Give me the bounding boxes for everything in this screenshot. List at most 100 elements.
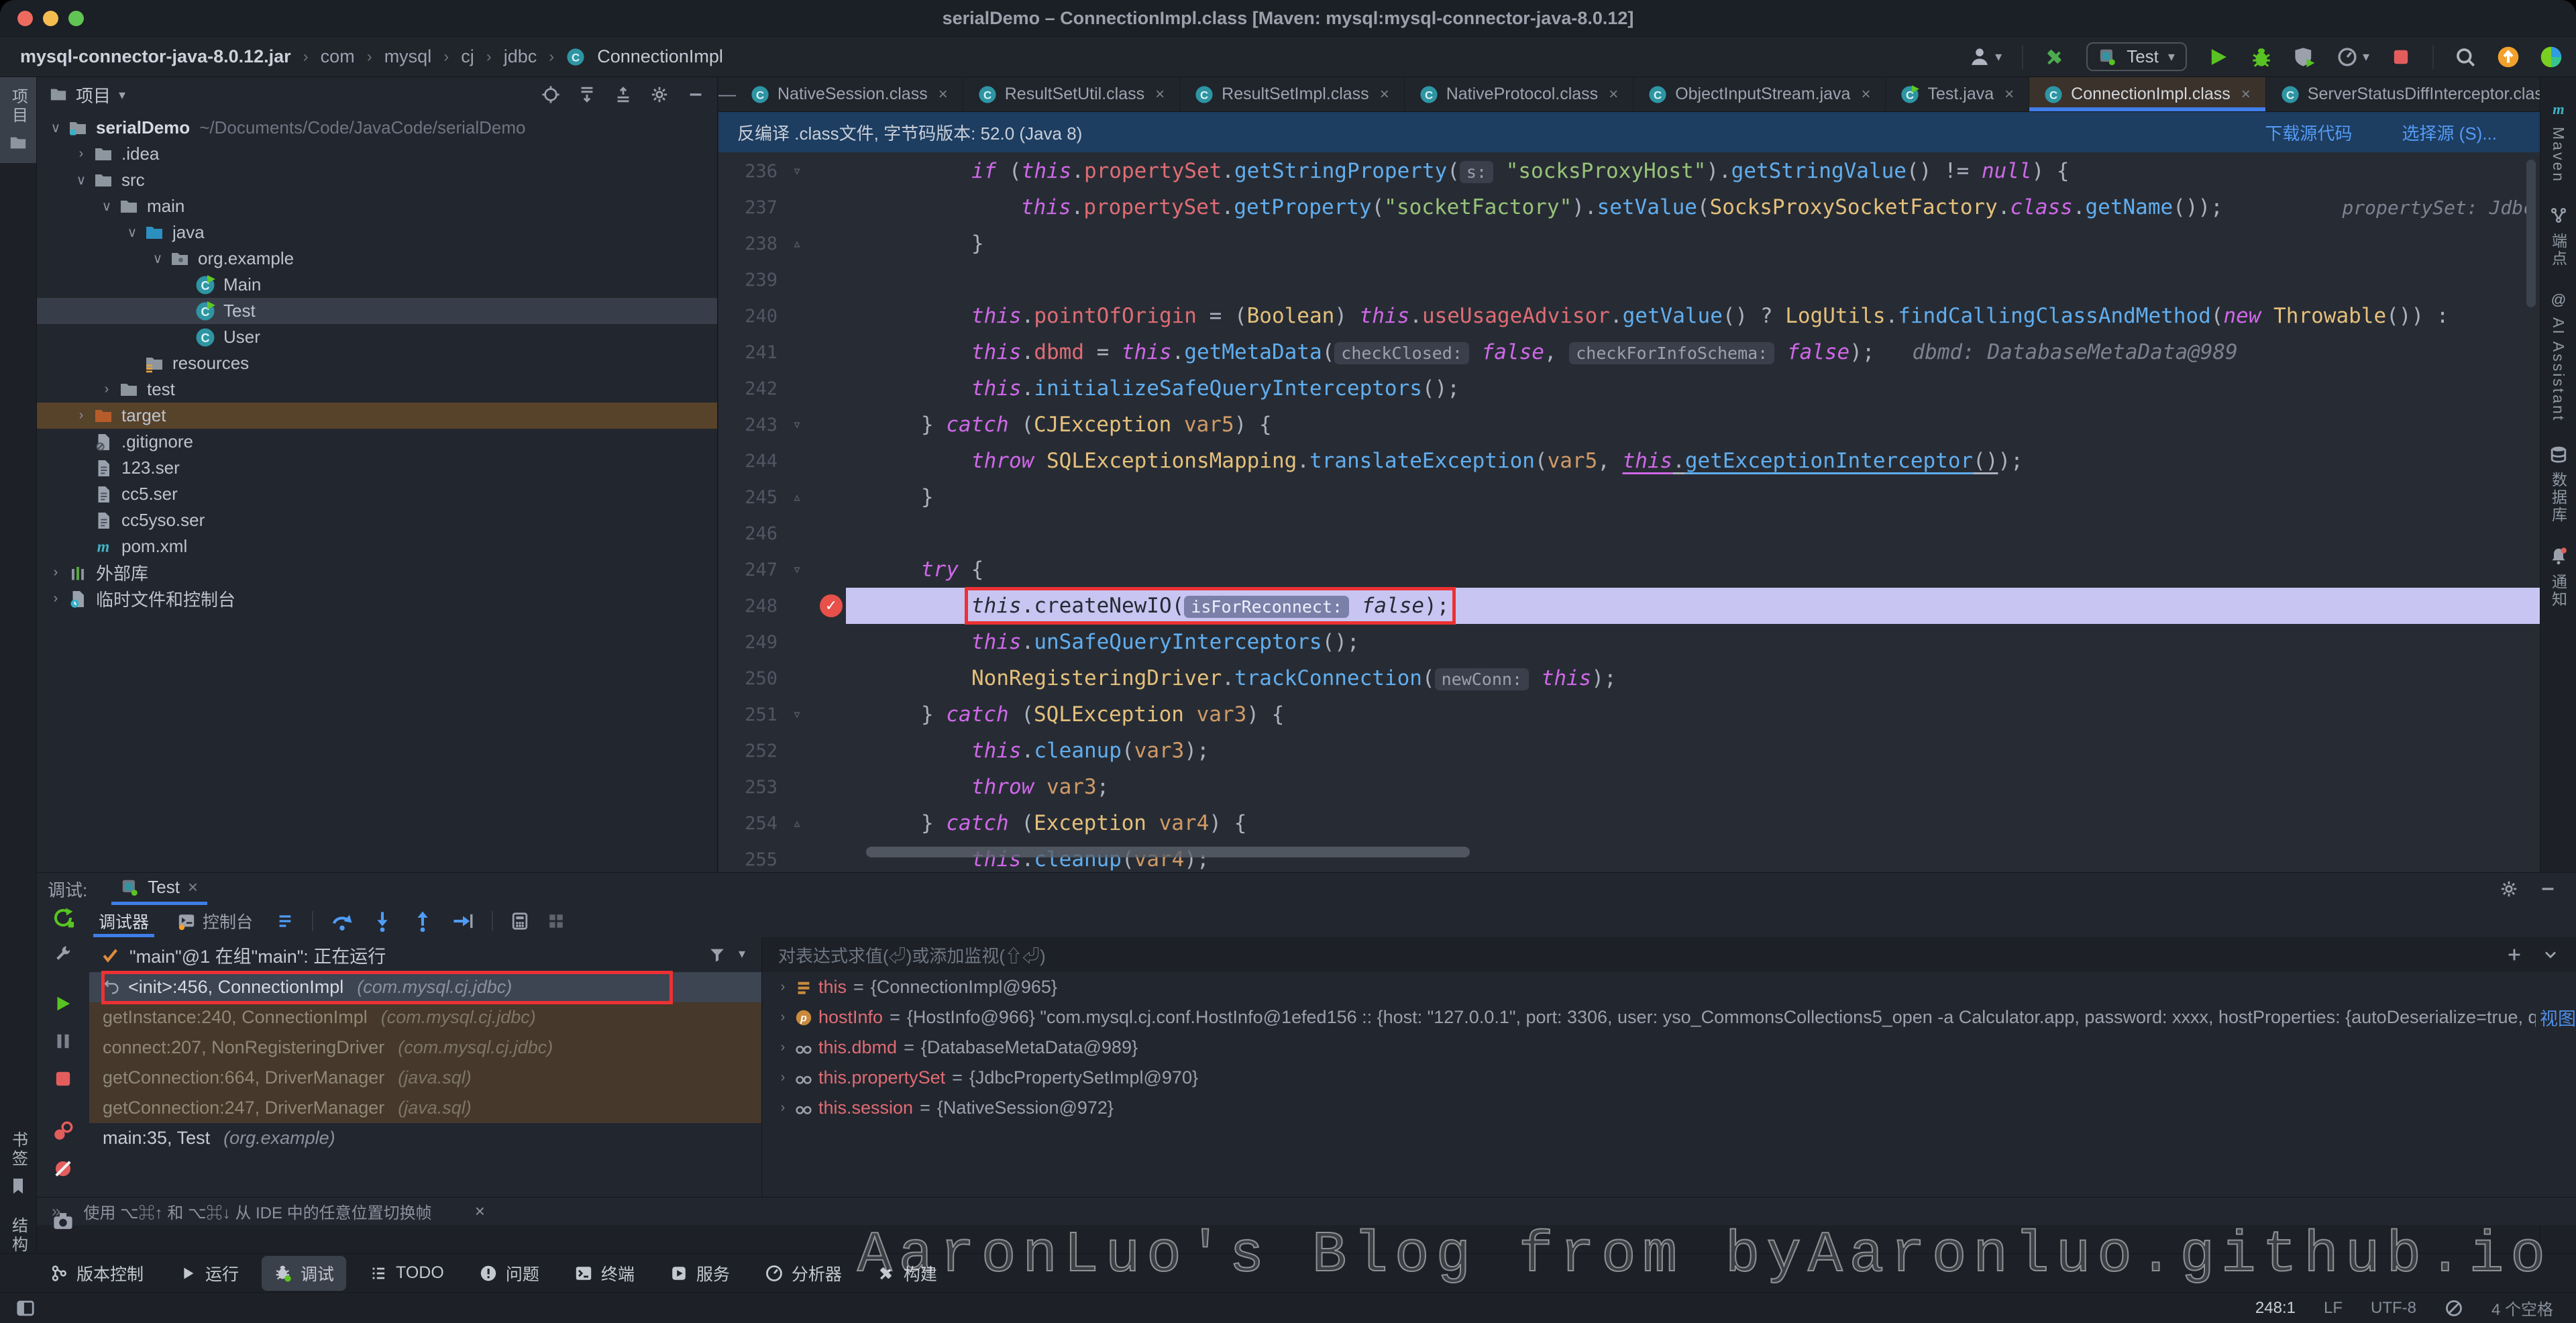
expand-icon[interactable]: › bbox=[771, 980, 794, 995]
line-number[interactable]: 236 bbox=[718, 161, 777, 182]
close-tab-icon[interactable]: × bbox=[2004, 85, 2014, 104]
tree-item-serialDemo[interactable]: ∨serialDemo~/Documents/Code/JavaCode/ser… bbox=[37, 115, 717, 141]
fold-icon[interactable]: ▵ bbox=[777, 814, 816, 832]
step-out-button[interactable] bbox=[411, 910, 434, 933]
ide-settings-sync-icon[interactable] bbox=[2540, 46, 2563, 68]
tree-chevron-icon[interactable]: ∨ bbox=[44, 119, 68, 136]
stack-frame[interactable]: connect:207, NonRegisteringDriver(com.my… bbox=[89, 1033, 761, 1063]
evaluate-expression-button[interactable] bbox=[511, 912, 529, 931]
panel-settings-button[interactable] bbox=[650, 85, 669, 104]
hide-tabs-icon[interactable]: — bbox=[718, 77, 736, 111]
vertical-scrollbar[interactable] bbox=[2526, 160, 2536, 307]
step-over-button[interactable] bbox=[331, 910, 354, 933]
show-execution-point-button[interactable] bbox=[276, 912, 294, 931]
collapse-all-button[interactable] bbox=[614, 85, 633, 104]
hide-debug-panel-button[interactable] bbox=[2538, 880, 2557, 898]
filter-icon[interactable] bbox=[708, 945, 727, 964]
line-number[interactable]: 241 bbox=[718, 342, 777, 363]
tree-item-target[interactable]: ›target bbox=[37, 403, 717, 429]
line-number[interactable]: 251 bbox=[718, 704, 777, 725]
indent-setting[interactable]: 4 个空格 bbox=[2491, 1296, 2553, 1320]
breadcrumb-item[interactable]: ConnectionImpl bbox=[597, 46, 723, 67]
line-number[interactable]: 244 bbox=[718, 451, 777, 472]
line-number[interactable]: 255 bbox=[718, 849, 777, 870]
tree-item-cc5.ser[interactable]: cc5.ser bbox=[37, 481, 717, 507]
variable-row[interactable]: ›phostInfo={HostInfo@966} "com.mysql.cj.… bbox=[762, 1002, 2576, 1033]
line-number[interactable]: 253 bbox=[718, 777, 777, 798]
sidebar-item-端点[interactable]: 端点 bbox=[2540, 206, 2576, 268]
tree-chevron-icon[interactable]: › bbox=[95, 382, 119, 397]
expand-all-button[interactable] bbox=[578, 85, 596, 104]
user-menu-button[interactable]: ▾ bbox=[1968, 46, 2002, 68]
line-number[interactable]: 237 bbox=[718, 197, 777, 218]
tree-item-.idea[interactable]: ›.idea bbox=[37, 141, 717, 167]
ide-update-icon[interactable] bbox=[2497, 46, 2520, 68]
tree-item-[interactable]: ›临时文件和控制台 bbox=[37, 586, 717, 612]
profiler-button[interactable]: ▾ bbox=[2336, 46, 2369, 68]
tree-chevron-icon[interactable]: › bbox=[69, 146, 93, 162]
close-tab-icon[interactable]: × bbox=[1861, 85, 1870, 104]
choose-sources-link[interactable]: 选择源 (S)... bbox=[2402, 120, 2497, 145]
variable-row[interactable]: ›this.propertySet={JdbcPropertySetImpl@9… bbox=[762, 1063, 2576, 1093]
caret-position[interactable]: 248:1 bbox=[2255, 1299, 2296, 1318]
fold-icon[interactable]: ▿ bbox=[777, 561, 816, 578]
toolwindow-版本控制[interactable]: 版本控制 bbox=[38, 1256, 156, 1291]
tree-item-Main[interactable]: CMain bbox=[37, 272, 717, 298]
line-number[interactable]: 239 bbox=[718, 270, 777, 290]
toolwindow-运行[interactable]: 运行 bbox=[166, 1256, 251, 1291]
stop-debug-button[interactable] bbox=[52, 1067, 74, 1090]
editor-tab[interactable]: CTest.java× bbox=[1886, 77, 2029, 111]
editor-tab[interactable]: CConnectionImpl.class× bbox=[2029, 77, 2266, 111]
tree-item-java[interactable]: ∨java bbox=[37, 219, 717, 246]
expand-icon[interactable]: › bbox=[771, 1010, 794, 1025]
tree-chevron-icon[interactable]: › bbox=[44, 591, 68, 606]
step-into-button[interactable] bbox=[371, 910, 394, 933]
view-link[interactable]: 视图 bbox=[2540, 1004, 2576, 1030]
tree-item-123.ser[interactable]: 123.ser bbox=[37, 455, 717, 481]
sidebar-item-bookmarks[interactable]: 书签 bbox=[0, 1120, 36, 1206]
breakpoint-icon[interactable]: ✓ bbox=[820, 594, 843, 617]
run-config-selector[interactable]: Test ▾ bbox=[2086, 42, 2187, 71]
toolwindow-分析器[interactable]: 分析器 bbox=[753, 1256, 854, 1291]
expand-icon[interactable]: › bbox=[771, 1070, 794, 1086]
line-number[interactable]: 252 bbox=[718, 741, 777, 761]
watch-options-button[interactable] bbox=[2541, 945, 2560, 964]
mute-breakpoints-button[interactable] bbox=[52, 1157, 74, 1180]
tool-window-switcher-icon[interactable] bbox=[16, 1299, 35, 1318]
stack-frame[interactable]: getConnection:247, DriverManager(java.sq… bbox=[89, 1093, 761, 1123]
fold-icon[interactable]: ▵ bbox=[777, 235, 816, 252]
file-encoding[interactable]: UTF-8 bbox=[2371, 1299, 2416, 1318]
tree-item-Test[interactable]: CTest bbox=[37, 298, 717, 324]
toolwindow-构建[interactable]: 构建 bbox=[865, 1256, 949, 1291]
project-panel-title[interactable]: 项目 bbox=[76, 83, 111, 107]
stack-frame[interactable]: getInstance:240, ConnectionImpl(com.mysq… bbox=[89, 1002, 761, 1033]
add-watch-button[interactable] bbox=[2505, 945, 2524, 964]
search-everywhere-button[interactable] bbox=[2454, 46, 2477, 68]
line-number[interactable]: 247 bbox=[718, 560, 777, 580]
tree-item-[interactable]: ›外部库 bbox=[37, 560, 717, 586]
line-number[interactable]: 246 bbox=[718, 523, 777, 544]
toolwindow-终端[interactable]: 终端 bbox=[562, 1256, 647, 1291]
expand-icon[interactable]: › bbox=[771, 1040, 794, 1055]
coverage-button[interactable] bbox=[2293, 46, 2316, 68]
stack-frame[interactable]: <init>:456, ConnectionImpl(com.mysql.cj.… bbox=[89, 972, 761, 1002]
view-breakpoints-button[interactable] bbox=[52, 1120, 74, 1143]
sidebar-item-通知[interactable]: 通知 bbox=[2540, 547, 2576, 608]
tab-debugger[interactable]: 调试器 bbox=[93, 905, 154, 937]
breakpoint-gutter[interactable]: ✓ bbox=[816, 594, 846, 617]
locate-file-button[interactable] bbox=[541, 85, 560, 104]
line-number[interactable]: 248 bbox=[718, 596, 777, 617]
stack-frame[interactable]: getConnection:664, DriverManager(java.sq… bbox=[89, 1063, 761, 1093]
line-number[interactable]: 254 bbox=[718, 813, 777, 834]
code-editor[interactable]: 236▿if (this.propertySet.getStringProper… bbox=[718, 153, 2540, 872]
stack-frame[interactable]: main:35, Test(org.example) bbox=[89, 1123, 761, 1153]
run-button[interactable] bbox=[2207, 46, 2230, 68]
tree-chevron-icon[interactable]: ∨ bbox=[120, 224, 144, 241]
horizontal-scrollbar[interactable] bbox=[866, 847, 1470, 857]
close-tab-icon[interactable]: × bbox=[1380, 85, 1389, 104]
toolwindow-服务[interactable]: 服务 bbox=[657, 1256, 742, 1291]
breadcrumb-item[interactable]: jdbc bbox=[504, 46, 537, 67]
layout-settings-button[interactable] bbox=[547, 912, 566, 931]
line-number[interactable]: 249 bbox=[718, 632, 777, 653]
download-sources-link[interactable]: 下载源代码 bbox=[2265, 120, 2352, 145]
